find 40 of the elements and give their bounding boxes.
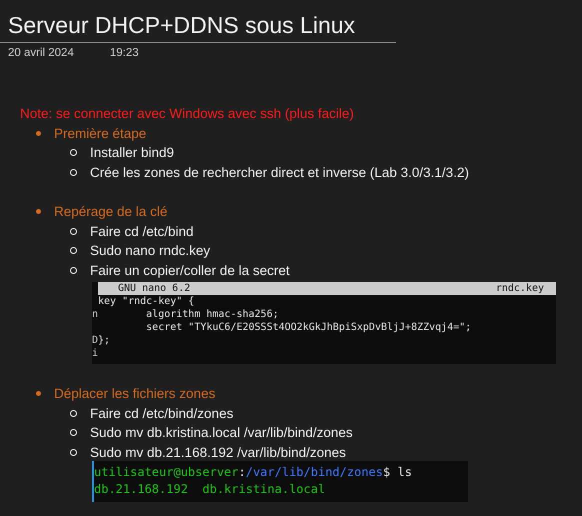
circle-bullet-icon [70,168,77,176]
margin-character: i [92,348,98,359]
bullet-icon [36,130,41,136]
list-item-text: Sudo mv db.kristina.local /var/lib/bind/zones [90,424,353,442]
circle-bullet-icon [70,266,77,274]
list-item-text: Faire cd /etc/bind/zones [90,404,234,422]
bullet-icon [36,391,41,396]
page-date: 20 avril 2024 [8,47,74,59]
list-item-text: Installer bind9 [90,144,174,162]
section-heading: Repérage de la clé [54,203,168,221]
terminal-text: utilisateur@ubserver [94,465,238,479]
circle-bullet-icon [70,448,77,456]
page-time: 19:23 [110,47,139,59]
bullet-icon [36,209,41,214]
margin-character: D [92,335,98,346]
terminal-text: $ ls [383,465,412,479]
section-heading: Déplacer les fichiers zones [54,385,216,403]
page-title: Serveur DHCP+DDNS sous Linux [8,11,356,40]
nano-version: GNU nano 6.2 [118,282,190,295]
list-item-text: Faire cd /etc/bind [90,222,194,240]
code-line: secret "TYkuC6/E20SSSt4OO2kGkJhBpiSxpDvBljJ+8ZZvqj4="; [145,321,472,334]
list-item-text: Crée les zones de rechercher direct et inverse (Lab 3.0/3.1/3.2) [90,164,469,182]
terminal-text: /var/lib/bind/zones [246,465,384,479]
circle-bullet-icon [70,429,77,436]
circle-bullet-icon [70,410,77,417]
terminal-text: db.21.168.192 db.kristina.local [94,482,326,496]
note-text: Note: se connecter avec Windows avec ssh (plus facile) [20,105,355,123]
circle-bullet-icon [70,247,77,254]
list-item-text: Faire un copier/coller de la secret [90,262,290,280]
code-line: algorithm hmac-sha256; [145,308,279,321]
margin-character: n [92,309,98,320]
list-item-text: Sudo nano rndc.key [90,242,210,260]
code-line: }; [98,334,110,347]
circle-bullet-icon [70,228,77,235]
terminal-text: : [238,465,246,479]
file-name: rndc.key [496,282,544,295]
list-item-text: Sudo mv db.21.168.192 /var/lib/bind/zones [90,444,346,462]
circle-bullet-icon [70,149,77,156]
code-line: key "rndc-key" { [98,295,194,308]
section-heading: Première étape [54,124,146,143]
